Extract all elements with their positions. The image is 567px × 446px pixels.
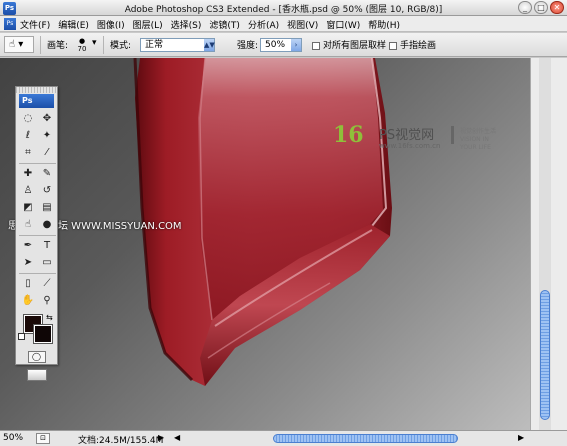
- menu-image[interactable]: 图像(I): [97, 18, 125, 31]
- quick-mask-button[interactable]: ◯: [27, 351, 46, 363]
- menu-layer[interactable]: 图层(L): [133, 18, 163, 31]
- crop-tool-icon[interactable]: ⌗: [19, 145, 37, 161]
- tool-grid: ◌ ✥ ℓ ✦ ⌗ ⁄ ✚ ✎ ♙ ↺ ◩ ▤ ☝ ● ✒ T ➤ ▭ ▯ ⟋ ✋ ⚲: [16, 111, 57, 309]
- mode-label: 模式:: [110, 41, 132, 51]
- path-selection-tool-icon[interactable]: ➤: [19, 255, 37, 271]
- strength-value: 50%: [265, 40, 286, 50]
- brush-label: 画笔:: [47, 41, 69, 51]
- minimize-button[interactable]: _: [518, 1, 532, 14]
- tool-preset-picker[interactable]: ☝ ▾: [4, 36, 34, 53]
- sample-all-layers-option[interactable]: 对所有图层取样: [312, 38, 386, 51]
- chevron-down-icon: ▲▼: [204, 39, 215, 51]
- marquee-tool-icon[interactable]: ◌: [19, 111, 37, 127]
- healing-brush-tool-icon[interactable]: ✚: [19, 166, 37, 182]
- watermark-divider: [451, 126, 454, 144]
- vertical-scrollbar[interactable]: [530, 58, 567, 430]
- zoom-level[interactable]: 50%: [3, 433, 33, 443]
- scroll-left-icon[interactable]: ◀: [174, 433, 180, 442]
- title-bar: Ps Adobe Photoshop CS3 Extended - [香水瓶.p…: [0, 0, 567, 16]
- mode-value: 正常: [145, 40, 164, 50]
- maximize-button[interactable]: □: [534, 1, 548, 14]
- mode-select[interactable]: 正常 ▲▼: [140, 38, 215, 52]
- strength-input[interactable]: 50% ›: [260, 38, 302, 52]
- menu-help[interactable]: 帮助(H): [368, 18, 400, 31]
- pen-tool-icon[interactable]: ✒: [19, 238, 37, 254]
- menu-bar: Ps 文件(F) 编辑(E) 图像(I) 图层(L) 选择(S) 滤镜(T) 分…: [0, 16, 567, 32]
- brush-picker[interactable]: ● 70: [72, 37, 92, 54]
- type-tool-icon[interactable]: T: [38, 238, 56, 254]
- eraser-tool-icon[interactable]: ◩: [19, 200, 37, 216]
- document-size: 文档:24.5M/155.4M: [78, 436, 164, 446]
- watermark-site-name: PS视觉网: [379, 128, 435, 143]
- finger-painting-option[interactable]: 手指绘画: [389, 38, 436, 51]
- chevron-right-icon: ›: [291, 39, 301, 51]
- toolbox-divider: [19, 235, 56, 236]
- window-title: Adobe Photoshop CS3 Extended - [香水瓶.psd …: [124, 5, 443, 15]
- brush-tool-icon[interactable]: ✎: [38, 166, 56, 182]
- watermark-16-logo: 16: [333, 122, 364, 148]
- brush-dropdown-arrow-icon[interactable]: ▾: [92, 38, 97, 48]
- scroll-thumb[interactable]: [540, 290, 550, 420]
- brush-size: 70: [77, 45, 87, 53]
- slice-tool-icon[interactable]: ⁄: [38, 145, 56, 161]
- scroll-track[interactable]: [539, 58, 551, 430]
- notes-tool-icon[interactable]: ▯: [19, 276, 37, 292]
- finger-painting-label: 手指绘画: [400, 41, 437, 51]
- menu-select[interactable]: 选择(S): [171, 18, 202, 31]
- smudge-tool-icon[interactable]: ☝: [19, 217, 37, 233]
- menu-edit[interactable]: 编辑(E): [58, 18, 89, 31]
- perfume-bottle-artwork: [133, 58, 392, 386]
- background-color-swatch[interactable]: [33, 324, 53, 344]
- menu-view[interactable]: 视图(V): [287, 18, 318, 31]
- watermark-slogan: 视觉创作生活 VISION IN YOUR LIFE: [460, 128, 497, 151]
- status-bar: 50% ⊡ 文档:24.5M/155.4M ▶ ◀ ▶: [0, 430, 567, 446]
- navigator-icon[interactable]: ⊡: [36, 433, 50, 444]
- eyedropper-tool-icon[interactable]: ⟋: [38, 276, 56, 292]
- sample-all-layers-checkbox[interactable]: [312, 41, 320, 50]
- magic-wand-tool-icon[interactable]: ✦: [38, 128, 56, 144]
- options-bar: ☝ ▾ 画笔: ● 70 ▾ 模式: 正常 ▲▼ 强度: 50% › 对所有图层…: [0, 33, 567, 57]
- divider: [40, 36, 41, 54]
- shape-tool-icon[interactable]: ▭: [38, 255, 56, 271]
- divider: [103, 36, 104, 54]
- ps-menu-icon[interactable]: Ps: [4, 18, 16, 30]
- brush-dot-icon: ●: [78, 37, 86, 45]
- menu-window[interactable]: 窗口(W): [326, 18, 360, 31]
- toolbox-divider: [19, 163, 56, 164]
- scroll-right-icon[interactable]: ▶: [518, 433, 524, 442]
- sample-all-layers-label: 对所有图层取样: [323, 41, 387, 51]
- strength-label: 强度:: [237, 41, 259, 51]
- document-canvas[interactable]: 16 PS视觉网 www.16fs.com.cn 视觉创作生活 VISION I…: [0, 58, 530, 430]
- zoom-tool-icon[interactable]: ⚲: [38, 293, 56, 309]
- menu-file[interactable]: 文件(F): [20, 18, 50, 31]
- color-swatches: ⇆: [16, 313, 57, 345]
- finger-painting-checkbox[interactable]: [389, 41, 397, 50]
- toolbox-divider: [19, 273, 56, 274]
- window-controls: _ □ ✕: [518, 1, 564, 14]
- default-colors-icon[interactable]: [18, 333, 25, 340]
- menu-filter[interactable]: 滤镜(T): [209, 18, 240, 31]
- watermark-logo: 16 PS视觉网 www.16fs.com.cn 视觉创作生活 VISION I…: [327, 118, 507, 160]
- clone-stamp-tool-icon[interactable]: ♙: [19, 183, 37, 199]
- status-menu-arrow-icon[interactable]: ▶: [158, 433, 164, 442]
- swap-colors-icon[interactable]: ⇆: [46, 313, 53, 322]
- move-tool-icon[interactable]: ✥: [38, 111, 56, 127]
- lasso-tool-icon[interactable]: ℓ: [19, 128, 37, 144]
- close-button[interactable]: ✕: [550, 1, 564, 14]
- toolbox-grip[interactable]: [16, 87, 57, 93]
- gradient-tool-icon[interactable]: ▤: [38, 200, 56, 216]
- menu-analysis[interactable]: 分析(A): [248, 18, 279, 31]
- hand-tool-icon[interactable]: ✋: [19, 293, 37, 309]
- toolbox-panel: Ps ◌ ✥ ℓ ✦ ⌗ ⁄ ✚ ✎ ♙ ↺ ◩ ▤ ☝ ● ✒ T ➤ ▭ ▯ ⟋ ✋ ⚲ ⇆ ◯: [15, 86, 58, 381]
- dodge-tool-icon[interactable]: ●: [38, 217, 56, 233]
- toolbox-ps-logo: Ps: [19, 94, 54, 108]
- watermark-url: www.16fs.com.cn: [379, 142, 441, 150]
- history-brush-tool-icon[interactable]: ↺: [38, 183, 56, 199]
- smudge-tool-icon: ☝: [9, 39, 16, 50]
- screen-mode-button[interactable]: [26, 369, 47, 381]
- horizontal-scroll-thumb[interactable]: [273, 434, 458, 443]
